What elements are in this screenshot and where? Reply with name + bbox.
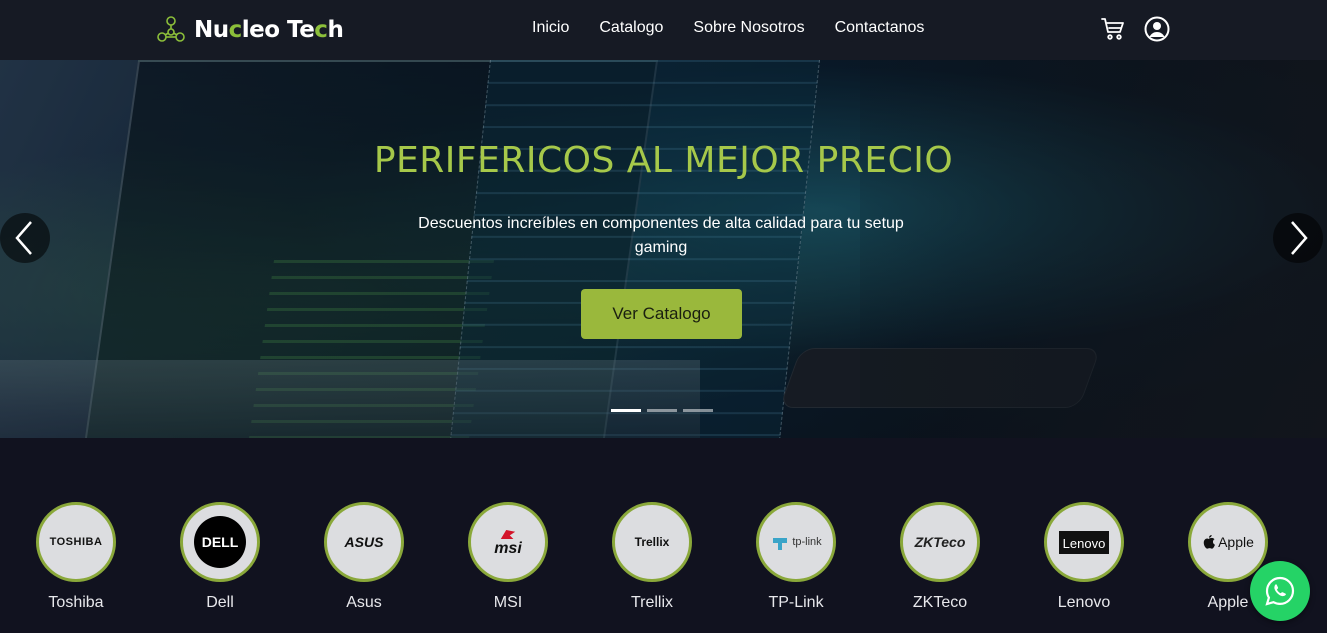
brands-section: TOSHIBA Toshiba DELL Dell ASUS Asus msi … (0, 438, 1327, 633)
cart-icon[interactable] (1100, 16, 1126, 42)
brand-logo[interactable]: Nucleo Tech (154, 12, 344, 48)
user-circle-icon[interactable] (1144, 16, 1170, 42)
brand-item-tp-link[interactable]: tp-link TP-Link (756, 502, 836, 612)
apple-logo: Apple (1188, 502, 1268, 582)
brand-item-trellix[interactable]: Trellix Trellix (612, 502, 692, 612)
carousel-next-button[interactable] (1273, 213, 1323, 263)
brand-name-trellix: Trellix (630, 594, 674, 611)
brand-name-zkteco: ZKTeco (912, 594, 968, 611)
toshiba-logo: TOSHIBA (36, 502, 116, 582)
brand-item-toshiba[interactable]: TOSHIBA Toshiba (36, 502, 116, 612)
brand-name-dell: Dell (206, 594, 234, 611)
nav-link-catalogo[interactable]: Catalogo (599, 19, 663, 37)
brand-name-toshiba: Toshiba (48, 594, 104, 611)
brand-name-msi: MSI (493, 594, 523, 611)
msi-logo: msi (468, 502, 548, 582)
lenovo-logo: Lenovo (1044, 502, 1124, 582)
brand-name-lenovo: Lenovo (1057, 594, 1111, 611)
carousel-indicators (611, 409, 713, 412)
tp-link-logo: tp-link (756, 502, 836, 582)
msi-dragon-icon (500, 529, 516, 539)
zkteco-logo: ZKTeco (900, 502, 980, 582)
ver-catalogo-button[interactable]: Ver Catalogo (581, 289, 742, 339)
nav-link-contactanos[interactable]: Contactanos (835, 19, 925, 37)
brand-item-msi[interactable]: msi MSI (468, 502, 548, 612)
brand-item-zkteco[interactable]: ZKTeco ZKTeco (900, 502, 980, 612)
whatsapp-icon (1265, 576, 1295, 606)
brand-name-tp-link: TP-Link (768, 594, 824, 611)
carousel-indicator-1[interactable] (611, 409, 641, 412)
trellix-logo: Trellix (612, 502, 692, 582)
brand-item-dell[interactable]: DELL Dell (180, 502, 260, 612)
nav-icons (1100, 16, 1170, 42)
apple-icon (1203, 535, 1216, 549)
chevron-right-icon (1291, 221, 1308, 255)
brand-item-lenovo[interactable]: Lenovo Lenovo (1044, 502, 1124, 612)
carousel-indicator-2[interactable] (647, 409, 677, 412)
tp-link-symbol-icon (773, 538, 788, 550)
nav-link-sobre-nosotros[interactable]: Sobre Nosotros (693, 19, 804, 37)
nav-link-inicio[interactable]: Inicio (532, 19, 569, 37)
navbar: Nucleo Tech Inicio Catalogo Sobre Nosotr… (0, 0, 1327, 60)
asus-logo: ASUS (324, 502, 404, 582)
carousel-prev-button[interactable] (0, 213, 50, 263)
hero-carousel: PERIFERICOS AL MEJOR PRECIO Descuentos i… (0, 60, 1327, 438)
brand-name: Nucleo Tech (194, 17, 344, 43)
whatsapp-button[interactable] (1250, 561, 1310, 621)
hero-subtitle: Descuentos increíbles en componentes de … (418, 215, 904, 256)
molecule-icon (157, 16, 185, 42)
dell-logo: DELL (180, 502, 260, 582)
brand-item-asus[interactable]: ASUS Asus (324, 502, 404, 612)
brand-name-asus: Asus (346, 594, 382, 611)
nav-links: Inicio Catalogo Sobre Nosotros Contactan… (532, 19, 954, 37)
carousel-indicator-3[interactable] (683, 409, 713, 412)
hero-title: PERIFERICOS AL MEJOR PRECIO (373, 140, 954, 181)
chevron-left-icon (15, 221, 32, 255)
